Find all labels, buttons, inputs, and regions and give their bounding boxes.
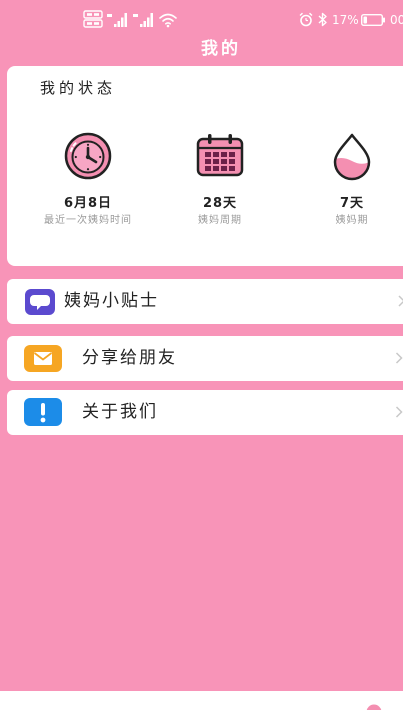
bottom-nav xyxy=(0,691,403,710)
menu-item-share[interactable]: 分享给朋友 xyxy=(7,336,403,381)
battery-percent: 17% xyxy=(332,13,359,27)
status-bar: 17% 00 xyxy=(0,0,403,36)
chevron-right-icon xyxy=(395,406,403,418)
status-card: 我的状态 6月8日 最近一次姨妈时间 28天 姨妈周期 7天 姨妈期 xyxy=(7,66,403,266)
tab-icon[interactable] xyxy=(365,703,383,710)
menu-item-tips[interactable]: 姨妈小贴士 xyxy=(7,279,403,324)
page-title: 我的 xyxy=(201,39,241,59)
menu-item-about[interactable]: 关于我们 xyxy=(7,390,403,435)
status-card-title: 我的状态 xyxy=(40,79,117,97)
signal-icon xyxy=(133,13,153,27)
menu-item-label: 姨妈小贴士 xyxy=(64,291,159,311)
stat-label: 姨妈期 xyxy=(335,215,369,226)
battery-icon xyxy=(361,14,385,26)
chevron-right-icon xyxy=(395,352,403,364)
bluetooth-icon xyxy=(318,12,327,27)
drop-icon xyxy=(333,133,371,181)
info-icon xyxy=(24,398,62,426)
stat-value: 7天 xyxy=(339,196,365,211)
clock-icon xyxy=(64,132,112,180)
wifi-icon xyxy=(159,13,177,28)
stat-value: 6月8日 xyxy=(63,196,113,211)
stat-label: 最近一次姨妈时间 xyxy=(44,215,132,226)
alarm-icon xyxy=(299,12,313,27)
chevron-right-icon xyxy=(398,295,403,307)
calendar-icon xyxy=(196,134,244,177)
menu-item-label: 关于我们 xyxy=(82,402,158,422)
stat-value: 28天 xyxy=(202,196,238,211)
stat-label: 姨妈周期 xyxy=(198,215,242,226)
stat-period-length: 7天 姨妈期 xyxy=(302,131,402,231)
chat-bubble-icon xyxy=(25,289,55,315)
stat-last-period: 6月8日 最近一次姨妈时间 xyxy=(38,131,138,231)
envelope-icon xyxy=(24,345,62,372)
clock-time: 00 xyxy=(390,13,403,27)
stat-cycle-length: 28天 姨妈周期 xyxy=(170,131,270,231)
menu-item-label: 分享给朋友 xyxy=(82,348,177,368)
signal-icon xyxy=(107,13,127,27)
hd-icon xyxy=(83,10,103,28)
